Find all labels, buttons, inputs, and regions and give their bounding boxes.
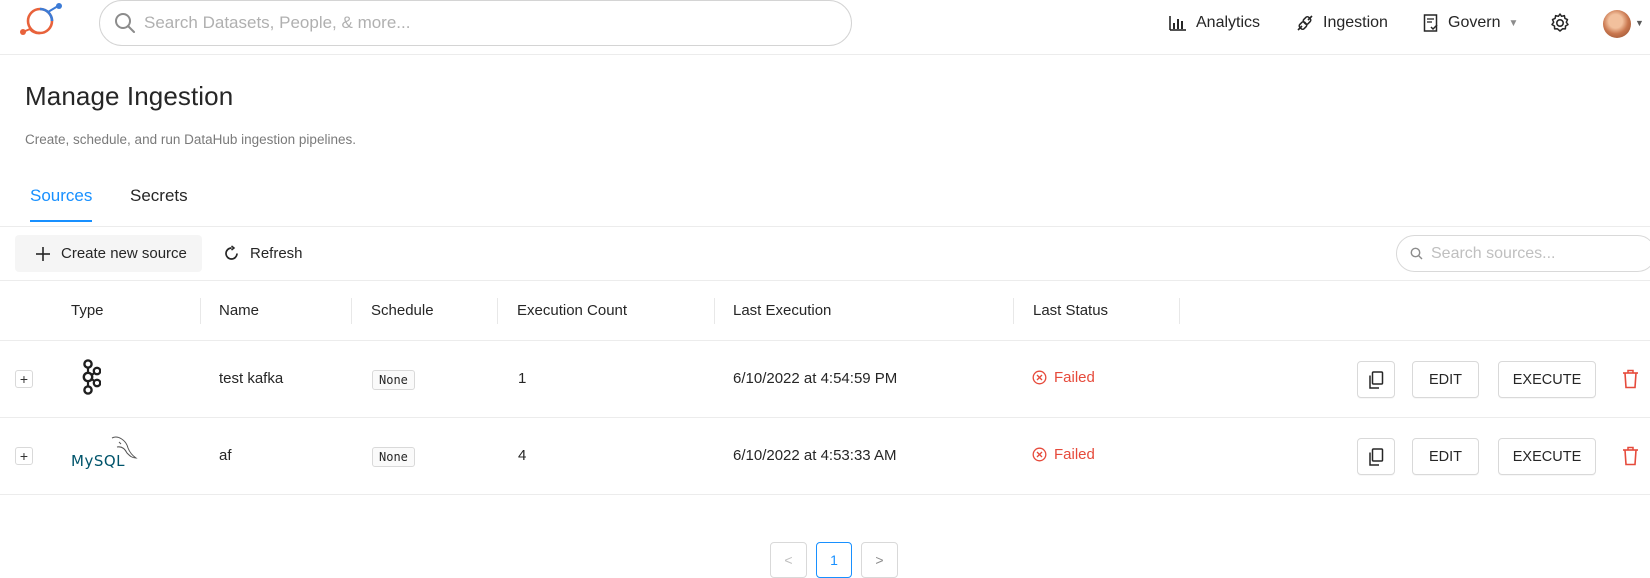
copy-icon — [1368, 447, 1384, 466]
source-search-input[interactable] — [1431, 244, 1631, 263]
table-row: + test kafka None 1 6/10/2022 at 4:54:59… — [0, 341, 1650, 418]
chevron-down-icon: ▼ — [1508, 17, 1519, 29]
sources-table: Type Name Schedule Execution Count Last … — [0, 280, 1650, 495]
edit-button[interactable]: EDIT — [1412, 438, 1479, 475]
tab-bar: Sources Secrets — [0, 172, 1650, 227]
schedule-tag: None — [372, 447, 415, 467]
create-new-source-label: Create new source — [61, 245, 187, 262]
nav-analytics[interactable]: Analytics — [1169, 0, 1260, 46]
pagination-page-1[interactable]: 1 — [816, 542, 852, 578]
last-execution: 6/10/2022 at 4:54:59 PM — [733, 370, 898, 387]
schedule-tag: None — [372, 370, 415, 390]
nav-govern-label: Govern — [1448, 14, 1501, 31]
pagination-next-button[interactable]: > — [861, 542, 898, 578]
kafka-icon — [75, 359, 101, 395]
nav-ingestion[interactable]: Ingestion — [1296, 0, 1388, 46]
refresh-label: Refresh — [250, 245, 303, 262]
execute-button[interactable]: EXECUTE — [1498, 438, 1596, 475]
nav-analytics-label: Analytics — [1196, 14, 1261, 31]
nav-govern-dropdown[interactable]: Govern ▼ — [1423, 0, 1518, 46]
mysql-logo-text: MySQL — [71, 452, 126, 470]
top-nav-bar: Analytics Ingestion Govern ▼ ▼ — [0, 0, 1650, 55]
mysql-icon: MySQL — [70, 434, 138, 470]
delete-icon[interactable] — [1622, 446, 1642, 468]
execution-count: 1 — [518, 370, 527, 387]
sources-toolbar: Create new source Refresh — [0, 228, 1650, 280]
copy-button[interactable] — [1357, 438, 1395, 475]
execute-button[interactable]: EXECUTE — [1498, 361, 1596, 398]
tab-secrets[interactable]: Secrets — [130, 186, 188, 220]
pagination-prev-button[interactable]: < — [770, 542, 807, 578]
api-plug-icon — [1296, 14, 1323, 32]
avatar[interactable] — [1603, 10, 1631, 38]
global-search-input[interactable] — [144, 13, 824, 33]
page-subtitle: Create, schedule, and run DataHub ingest… — [25, 132, 356, 147]
column-header-type: Type — [71, 302, 104, 319]
delete-icon[interactable] — [1622, 369, 1642, 391]
expand-row-button[interactable]: + — [15, 447, 33, 465]
status-text: Failed — [1054, 369, 1095, 386]
failed-circle-icon — [1032, 447, 1054, 462]
last-execution: 6/10/2022 at 4:53:33 AM — [733, 447, 897, 464]
source-name: af — [219, 447, 232, 464]
chevron-down-icon[interactable]: ▼ — [1635, 18, 1644, 28]
global-search-bar[interactable] — [99, 0, 852, 46]
page-title: Manage Ingestion — [25, 81, 234, 111]
column-header-execution-count: Execution Count — [517, 302, 628, 319]
column-divider — [351, 298, 352, 324]
column-header-last-execution: Last Execution — [733, 302, 832, 319]
edit-button[interactable]: EDIT — [1412, 361, 1479, 398]
copy-button[interactable] — [1357, 361, 1395, 398]
tab-sources[interactable]: Sources — [30, 186, 93, 222]
copy-icon — [1368, 370, 1384, 389]
status-badge[interactable]: Failed — [1032, 446, 1095, 463]
source-name: test kafka — [219, 370, 284, 387]
column-divider — [497, 298, 498, 324]
column-header-schedule: Schedule — [371, 302, 434, 319]
datahub-logo-icon[interactable] — [18, 2, 64, 42]
column-divider — [1013, 298, 1014, 324]
expand-row-button[interactable]: + — [15, 370, 33, 388]
failed-circle-icon — [1032, 370, 1054, 385]
document-check-icon — [1423, 14, 1448, 32]
create-new-source-button[interactable]: Create new source — [15, 235, 202, 272]
search-icon — [114, 12, 136, 34]
column-header-last-status: Last Status — [1033, 302, 1109, 319]
column-divider — [714, 298, 715, 324]
execution-count: 4 — [518, 447, 527, 464]
column-header-name: Name — [219, 302, 260, 319]
table-header: Type Name Schedule Execution Count Last … — [0, 280, 1650, 341]
nav-ingestion-label: Ingestion — [1323, 14, 1388, 31]
source-search-bar[interactable] — [1396, 235, 1650, 272]
column-divider — [200, 298, 201, 324]
table-row: + MySQL af None 4 6/10/2022 at 4:53:33 A… — [0, 418, 1650, 495]
refresh-button[interactable]: Refresh — [220, 235, 303, 272]
status-text: Failed — [1054, 446, 1095, 463]
status-badge[interactable]: Failed — [1032, 369, 1095, 386]
search-icon — [1410, 247, 1423, 260]
column-divider — [1179, 298, 1180, 324]
gear-icon[interactable] — [1549, 12, 1571, 34]
plus-icon — [35, 246, 61, 262]
bar-chart-icon — [1169, 15, 1196, 31]
refresh-icon — [223, 245, 250, 262]
